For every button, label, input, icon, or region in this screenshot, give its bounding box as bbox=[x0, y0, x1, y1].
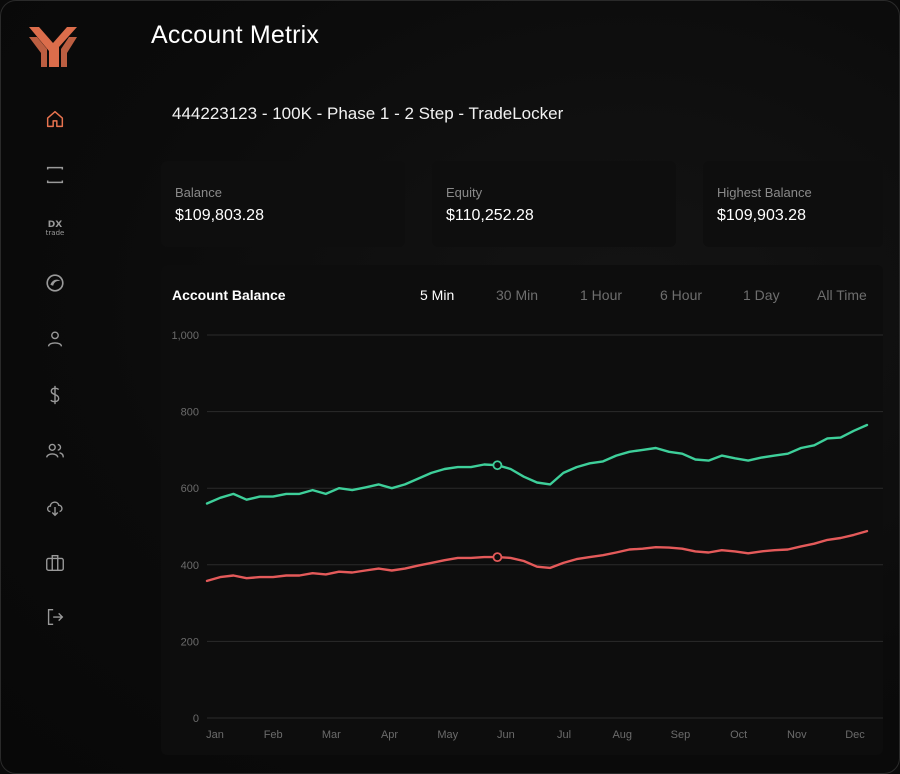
tab-5-min[interactable]: 5 Min bbox=[420, 287, 454, 303]
x-tick-label: Oct bbox=[730, 729, 747, 741]
stat-card-balance: Balance $109,803.28 bbox=[161, 161, 405, 247]
stat-label: Equity bbox=[446, 185, 483, 200]
stat-card-equity: Equity $110,252.28 bbox=[432, 161, 676, 247]
tab-1-hour[interactable]: 1 Hour bbox=[580, 287, 622, 303]
sidebar-item-users[interactable] bbox=[39, 435, 71, 467]
dxtrade-icon: DX trade bbox=[45, 221, 65, 238]
sidebar-item-user[interactable] bbox=[39, 323, 71, 355]
dxtrade-subtext: trade bbox=[45, 229, 65, 237]
y-tick-label: 200 bbox=[181, 636, 199, 648]
series-marker-0 bbox=[492, 460, 503, 471]
series-line-0 bbox=[205, 423, 869, 505]
home-icon bbox=[46, 110, 64, 128]
tab-1-day[interactable]: 1 Day bbox=[743, 287, 780, 303]
sidebar-item-briefcase[interactable] bbox=[39, 547, 71, 579]
y-tick-label: 600 bbox=[181, 483, 199, 495]
briefcase-icon bbox=[46, 554, 64, 572]
user-icon bbox=[47, 331, 63, 347]
account-name: 444223123 - 100K - Phase 1 - 2 Step - Tr… bbox=[172, 104, 564, 123]
x-tick-label: Aug bbox=[612, 729, 632, 741]
sidebar-item-brackets[interactable] bbox=[39, 159, 71, 191]
app-window: DX trade Account Metrix 444223123 - 100K… bbox=[0, 0, 900, 774]
x-tick-label: Mar bbox=[322, 729, 341, 741]
stat-label: Balance bbox=[175, 185, 222, 200]
chart-title: Account Balance bbox=[172, 287, 286, 303]
y-tick-label: 800 bbox=[181, 407, 199, 419]
logout-icon bbox=[47, 608, 64, 626]
stat-value: $109,803.28 bbox=[175, 207, 264, 224]
x-tick-label: Dec bbox=[845, 729, 865, 741]
y-tick-label: 0 bbox=[193, 713, 199, 725]
series-marker-1 bbox=[492, 552, 503, 563]
sidebar-item-dollar[interactable] bbox=[39, 379, 71, 411]
dollar-icon bbox=[50, 385, 60, 405]
stat-value: $109,903.28 bbox=[717, 207, 806, 224]
series-line-1 bbox=[205, 529, 869, 583]
x-tick-label: Jul bbox=[557, 729, 571, 741]
brackets-icon bbox=[46, 166, 64, 184]
tab-6-hour[interactable]: 6 Hour bbox=[660, 287, 702, 303]
cloud-download-icon bbox=[46, 501, 63, 517]
sidebar-item-home[interactable] bbox=[39, 103, 71, 135]
x-tick-label: Sep bbox=[671, 729, 691, 741]
x-tick-label: May bbox=[437, 729, 458, 741]
users-icon bbox=[46, 443, 64, 458]
stat-label: Highest Balance bbox=[717, 185, 812, 200]
y-tick-label: 1,000 bbox=[171, 330, 199, 342]
sidebar-item-platform[interactable] bbox=[39, 267, 71, 299]
y-tick-label: 400 bbox=[181, 560, 199, 572]
stat-card-highest-balance: Highest Balance $109,903.28 bbox=[703, 161, 883, 247]
page-title: Account Metrix bbox=[151, 21, 320, 49]
sidebar-item-download[interactable] bbox=[39, 491, 71, 523]
x-tick-label: Jun bbox=[497, 729, 515, 741]
x-tick-label: Apr bbox=[381, 729, 398, 741]
tab-all-time[interactable]: All Time bbox=[817, 287, 867, 303]
account-balance-chart: 0 200 400 600 800 1,000 Jan Feb Mar Apr May Jun Jul A… bbox=[171, 330, 883, 741]
sidebar-item-dxtrade[interactable]: DX trade bbox=[39, 213, 71, 245]
x-tick-label: Feb bbox=[264, 729, 283, 741]
x-tick-label: Nov bbox=[787, 729, 807, 741]
stat-value: $110,252.28 bbox=[446, 207, 534, 224]
sidebar-item-logout[interactable] bbox=[39, 601, 71, 633]
swirl-icon bbox=[46, 274, 64, 292]
sidebar: DX trade bbox=[1, 1, 111, 773]
brand-logo-icon bbox=[29, 27, 77, 67]
tab-30-min[interactable]: 30 Min bbox=[496, 287, 538, 303]
x-tick-label: Jan bbox=[206, 729, 224, 741]
